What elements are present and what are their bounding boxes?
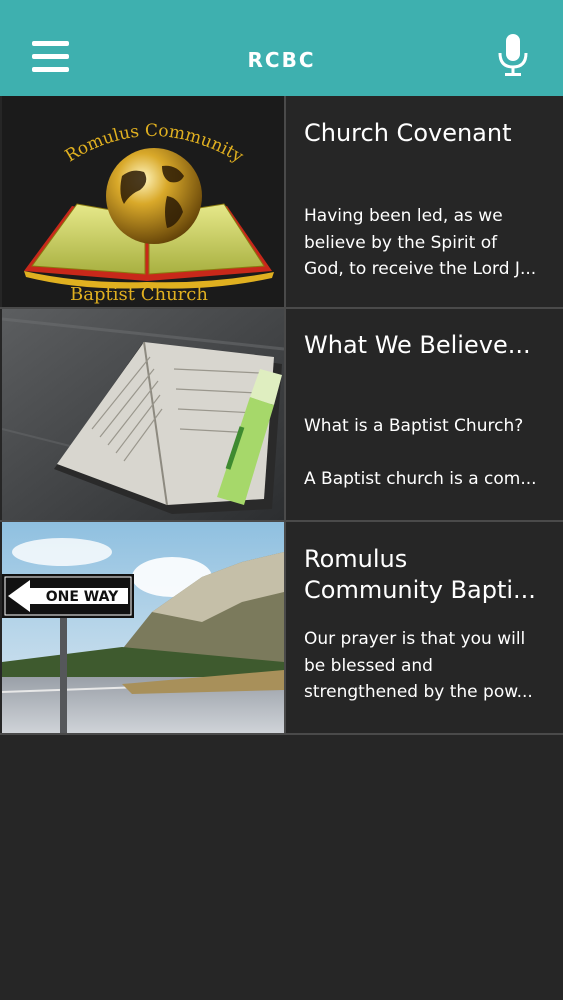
logo-bottom-text: Baptist Church (70, 284, 208, 305)
church-logo-image: Romulus Community Baptist Church (2, 96, 286, 307)
item-title: Romulus Community Bapti... (304, 545, 536, 604)
bible-highlighter-image (2, 309, 286, 520)
list-item-romulus-community[interactable]: ONE WAY Romulus Community Bapti... Our p… (0, 522, 563, 735)
one-way-sign-image: ONE WAY (2, 522, 286, 733)
one-way-sign-text: ONE WAY (46, 589, 119, 605)
item-description: Having been led, as we believe by the Sp… (304, 206, 537, 279)
item-title: What We Believe... (304, 331, 531, 359)
app-title: RCBC (247, 48, 316, 72)
item-description: Our prayer is that you will be blessed a… (304, 629, 533, 702)
app-header: RCBC (0, 0, 563, 96)
list-item-what-we-believe[interactable]: What We Believe... What is a Baptist Chu… (0, 309, 563, 522)
item-title: Church Covenant (304, 119, 512, 147)
item-description: What is a Baptist Church? A Baptist chur… (304, 416, 537, 489)
microphone-icon[interactable] (497, 33, 529, 77)
list-item-church-covenant[interactable]: Romulus Community Baptist Church Church … (0, 96, 563, 309)
